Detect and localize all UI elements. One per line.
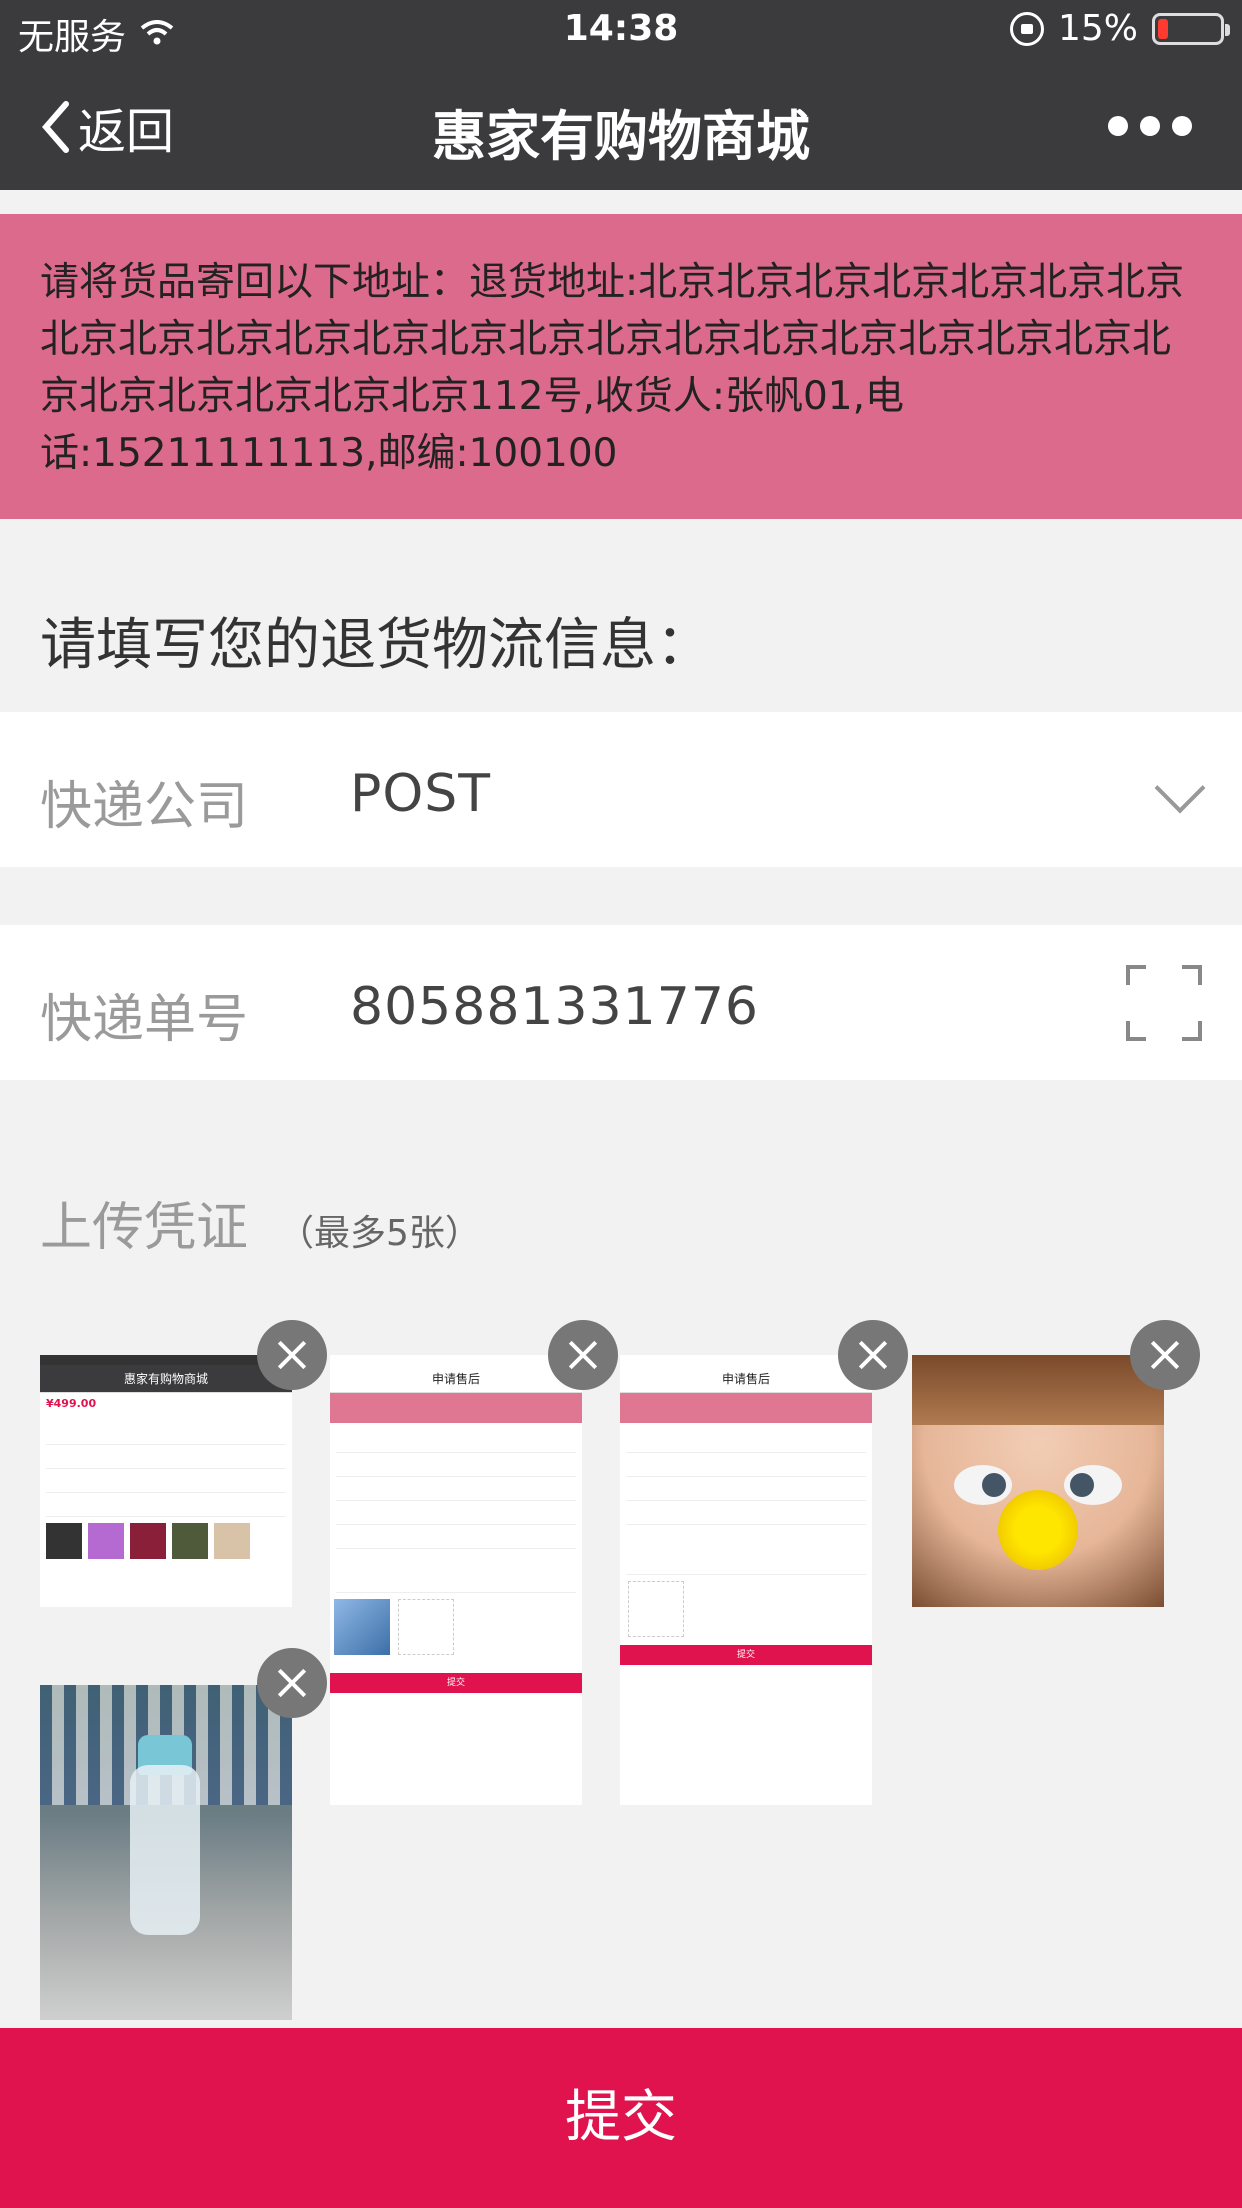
navigation-bar: 返回 惠家有购物商城 [0,62,1242,190]
tracking-label: 快递单号 [40,990,249,1050]
remove-image-4-button[interactable] [1130,1320,1200,1390]
battery-icon [1152,12,1230,45]
submit-button[interactable]: 提交 [0,2028,1242,2208]
top-bar: 无服务 14:38 15% 返回 惠家有购物商城 [0,0,1242,190]
child-face-photo [912,1355,1164,1607]
thumb-3-title: 申请售后 [620,1365,872,1393]
courier-select[interactable]: POST [350,764,491,824]
proof-image-3[interactable]: 申请售后 提交 [620,1355,872,1805]
battery-percent: 15% [1057,8,1138,49]
return-address-notice: 请将货品寄回以下地址：退货地址:北京北京北京北京北京北京北京北京北京北京北京北京… [0,214,1242,519]
battery-fill [1158,18,1168,39]
tracking-input[interactable]: 805881331776 [350,977,759,1037]
thumb-2-submit: 提交 [330,1673,582,1693]
page-title: 惠家有购物商城 [432,105,810,168]
logistics-heading: 请填写您的退货物流信息： [40,613,712,678]
more-icon[interactable] [1108,116,1192,136]
upload-section-title: 上传凭证 （最多5张） [40,1185,481,1260]
proof-image-4[interactable] [912,1355,1164,1607]
bottle-photo [40,1685,292,2020]
dandelion-flower [998,1490,1078,1570]
courier-label: 快递公司 [40,777,249,837]
upload-hint: （最多5张） [278,1213,481,1254]
chevron-down-icon[interactable] [1154,762,1206,814]
tracking-number-row: 快递单号 805881331776 [0,925,1242,1080]
thumb-1-title: 惠家有购物商城 [40,1365,292,1393]
upload-title: 上传凭证 [40,1198,249,1258]
status-bar: 无服务 14:38 15% [0,0,1242,62]
remove-image-1-button[interactable] [257,1320,327,1390]
remove-image-3-button[interactable] [838,1320,908,1390]
thumb-2-title: 申请售后 [330,1365,582,1393]
thumb-3-submit: 提交 [620,1645,872,1665]
remove-image-2-button[interactable] [548,1320,618,1390]
proof-image-5[interactable] [40,1685,292,2020]
courier-company-row[interactable]: 快递公司 POST [0,712,1242,867]
remove-image-5-button[interactable] [257,1648,327,1718]
orientation-lock-icon [1009,11,1044,46]
scan-icon[interactable] [1126,965,1202,1041]
proof-image-2[interactable]: 申请售后 提交 [330,1355,582,1805]
status-right: 15% [1009,8,1230,49]
proof-image-1[interactable]: 惠家有购物商城 ¥499.00 [40,1355,292,1607]
